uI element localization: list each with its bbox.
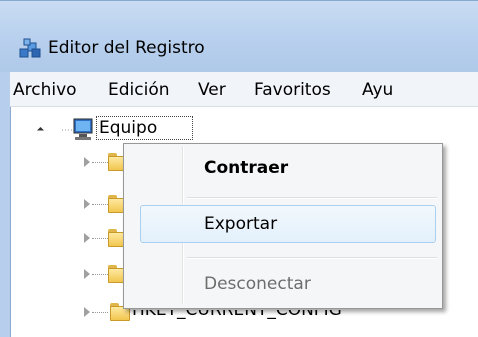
context-menu-hover-highlight bbox=[140, 205, 436, 243]
tree-root-equipo[interactable]: Equipo bbox=[96, 116, 193, 140]
registry-editor-icon bbox=[19, 38, 41, 58]
tree-connector bbox=[92, 274, 108, 275]
menu-item-contraer[interactable]: Contraer bbox=[204, 158, 288, 178]
tree-item-hkey-current-config[interactable]: HKEY_CURRENT_CONFIG bbox=[132, 310, 342, 320]
window-title: Editor del Registro bbox=[48, 38, 205, 58]
context-menu-separator bbox=[187, 257, 437, 259]
menu-item-desconectar[interactable]: Desconectar bbox=[204, 274, 311, 294]
tree-connector bbox=[92, 204, 108, 205]
tree-expand-icon[interactable] bbox=[84, 157, 90, 167]
window-titlebar[interactable]: Editor del Registro bbox=[0, 0, 478, 73]
tree-connector bbox=[92, 162, 108, 163]
context-menu-separator bbox=[187, 197, 437, 199]
menu-item-exportar[interactable]: Exportar bbox=[204, 214, 277, 234]
menu-bar: Archivo Edición Ver Favoritos Ayu bbox=[10, 72, 478, 107]
menu-ayuda[interactable]: Ayu bbox=[362, 80, 393, 100]
menu-ver[interactable]: Ver bbox=[198, 80, 226, 100]
menu-archivo[interactable]: Archivo bbox=[13, 80, 77, 100]
window-left-border bbox=[0, 72, 11, 337]
tree-connector bbox=[92, 312, 108, 313]
tree-expand-icon[interactable] bbox=[84, 269, 90, 279]
menu-edicion[interactable]: Edición bbox=[108, 80, 170, 100]
tree-connector bbox=[92, 238, 108, 239]
menu-favoritos[interactable]: Favoritos bbox=[254, 80, 331, 100]
context-menu: Contraer Exportar Desconectar bbox=[123, 143, 443, 309]
tree-expand-icon[interactable] bbox=[84, 199, 90, 209]
computer-icon bbox=[62, 118, 93, 140]
tree-expand-icon[interactable] bbox=[84, 307, 90, 317]
tree-expand-icon[interactable] bbox=[84, 233, 90, 243]
